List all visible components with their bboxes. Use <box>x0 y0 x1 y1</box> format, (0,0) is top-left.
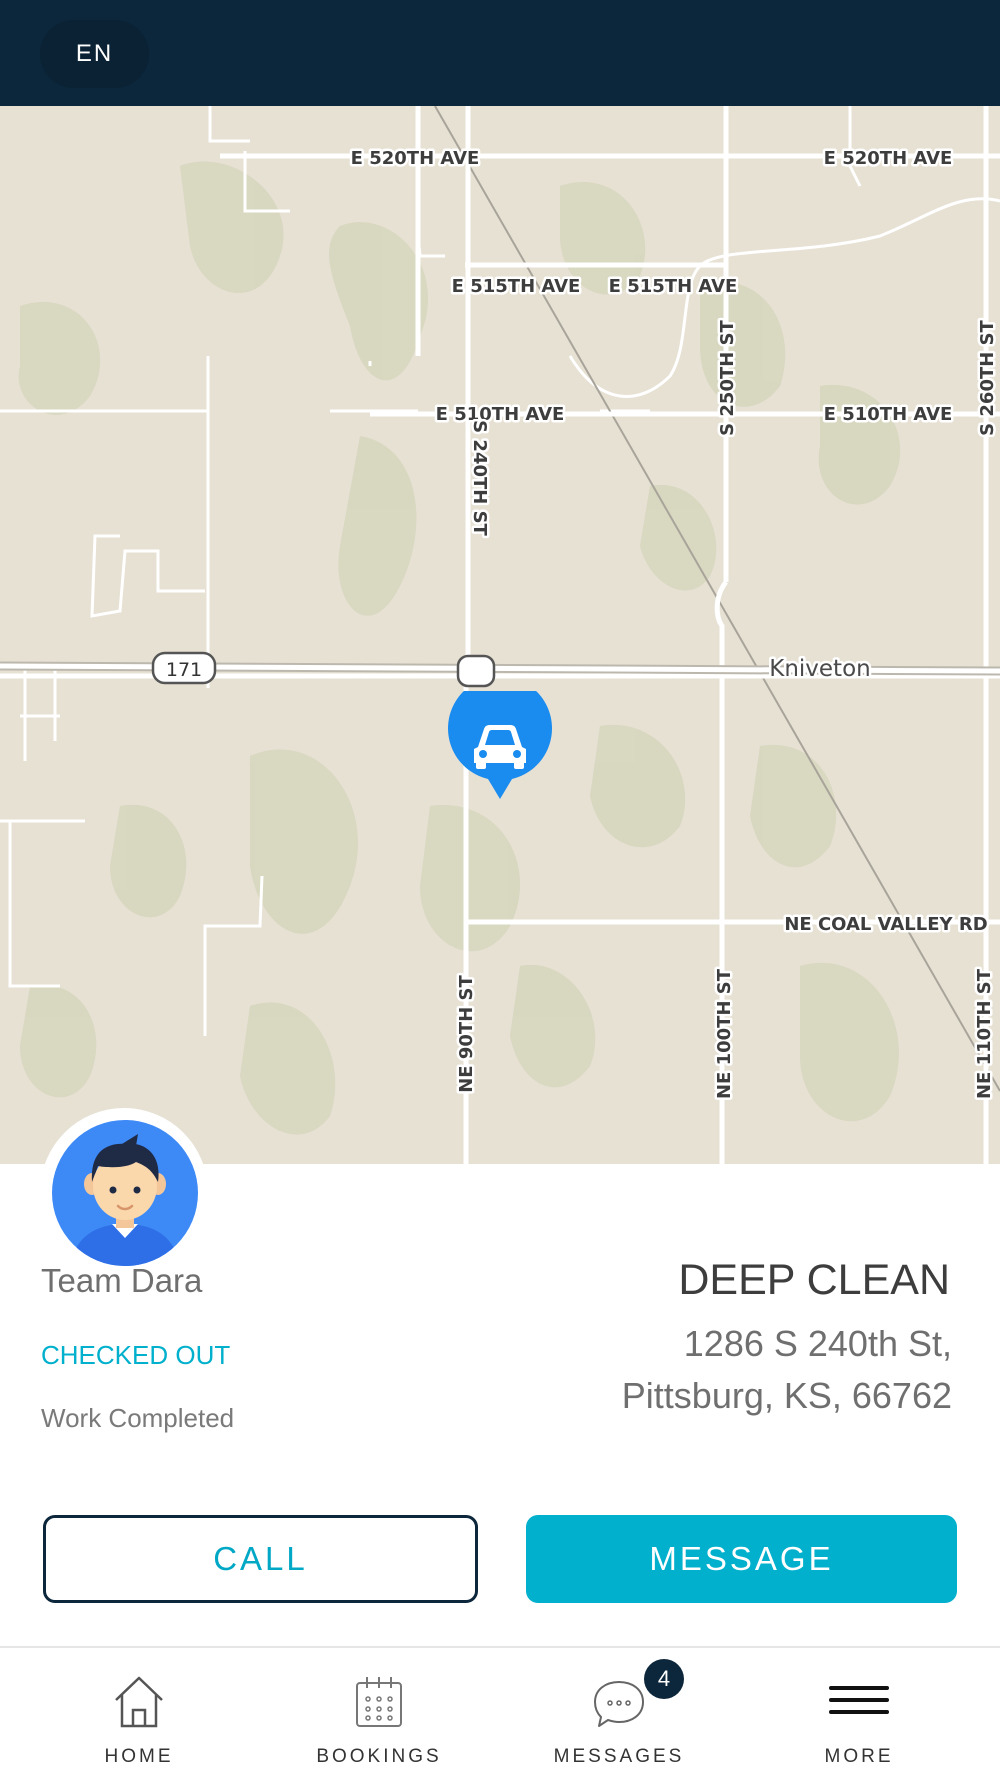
avatar[interactable] <box>52 1120 198 1266</box>
vehicle-marker[interactable] <box>448 691 552 801</box>
map-view[interactable]: 171 E 520TH AVE E 520TH AVE E 515TH AVE … <box>0 106 1000 1164</box>
home-icon <box>115 1676 163 1728</box>
status-label: CHECKED OUT <box>41 1340 231 1370</box>
road-label-ne100: NE 100TH ST <box>714 968 735 1099</box>
road-label-e510-left: E 510TH AVE <box>436 404 565 425</box>
road-label-e520-left: E 520TH AVE <box>351 148 480 169</box>
bottom-nav: HOME BOOKINGS MESSAGES MORE <box>0 1646 1000 1780</box>
road-label-s260: S 260TH ST <box>977 319 998 435</box>
address-line-1: 1286 S 240th St, <box>683 1323 952 1364</box>
language-selector[interactable]: EN <box>40 20 149 88</box>
nav-home-label: HOME <box>104 1746 174 1767</box>
road-label-e515-right: E 515TH AVE <box>609 276 738 297</box>
nav-home[interactable]: HOME <box>14 1648 264 1780</box>
menu-icon <box>829 1686 889 1714</box>
calendar-icon <box>356 1677 402 1727</box>
team-name: Team Dara <box>41 1262 203 1299</box>
service-address: 1286 S 240th St, Pittsburg, KS, 66762 <box>622 1318 952 1422</box>
road-label-s250: S 250TH ST <box>717 319 738 435</box>
route-shield <box>456 654 496 688</box>
road-label-e510-right: E 510TH AVE <box>824 404 953 425</box>
call-button[interactable]: CALL <box>43 1515 478 1603</box>
status-detail: Work Completed <box>41 1403 235 1433</box>
address-line-2: Pittsburg, KS, 66762 <box>621 1375 952 1416</box>
top-bar: EN <box>0 0 1000 106</box>
messages-badge: 4 <box>644 1659 684 1699</box>
road-label-coal-valley: NE COAL VALLEY RD <box>784 914 987 935</box>
nav-messages-label: MESSAGES <box>553 1746 685 1767</box>
nav-messages[interactable]: MESSAGES <box>494 1648 744 1780</box>
person-icon <box>70 1134 180 1266</box>
road-label-ne110: NE 110TH ST <box>974 968 995 1099</box>
nav-bookings-label: BOOKINGS <box>316 1746 442 1767</box>
nav-more-label: MORE <box>824 1746 894 1767</box>
road-label-s240: S 240TH ST <box>469 420 490 536</box>
road-label-e520-right: E 520TH AVE <box>824 148 953 169</box>
nav-more[interactable]: MORE <box>734 1648 984 1780</box>
highway-shield-label: 171 <box>166 659 202 681</box>
road-label-e515-left: E 515TH AVE <box>452 276 581 297</box>
map-canvas: 171 E 520TH AVE E 520TH AVE E 515TH AVE … <box>0 106 1000 1164</box>
road-label-ne90: NE 90TH ST <box>456 975 477 1093</box>
town-label: Kniveton <box>769 656 870 682</box>
nav-bookings[interactable]: BOOKINGS <box>254 1648 504 1780</box>
message-button[interactable]: MESSAGE <box>526 1515 957 1603</box>
service-title: DEEP CLEAN <box>678 1256 950 1304</box>
